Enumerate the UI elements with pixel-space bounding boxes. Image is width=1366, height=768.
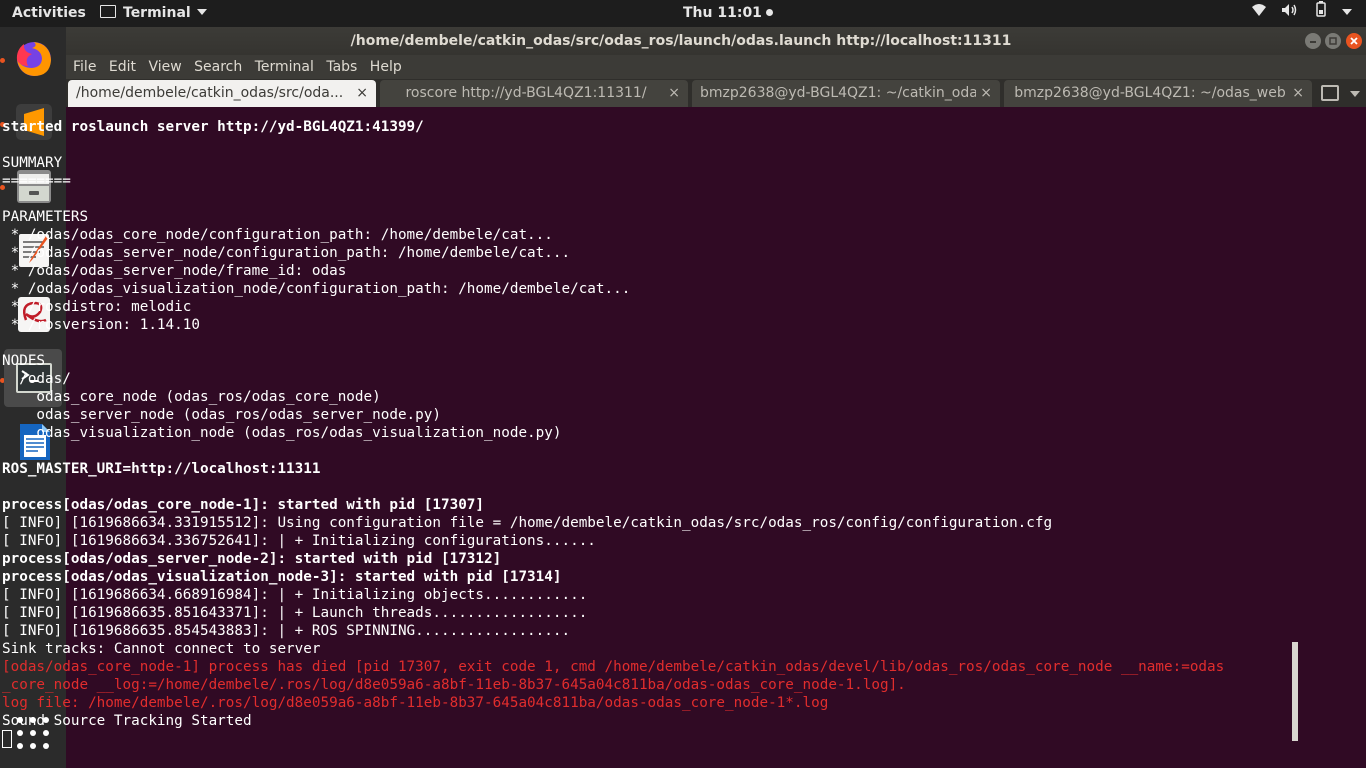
terminal-line: [odas/odas_core_node-1] process has died… [2,659,1225,675]
terminal-line: process[odas/odas_server_node-2]: starte… [2,551,502,567]
title-bar[interactable]: /home/dembele/catkin_odas/src/odas_ros/l… [66,27,1366,55]
terminal-line: odas_core_node (odas_ros/odas_core_node) [2,389,381,405]
terminal-line: odas_visualization_node (odas_ros/odas_v… [2,425,562,441]
terminal-line: process[odas/odas_visualization_node-3]:… [2,569,562,585]
tab-close-icon[interactable]: × [1292,80,1304,107]
volume-icon [1281,0,1299,27]
terminal-line: * /odas/odas_visualization_node/configur… [2,281,631,297]
terminal-line: [ INFO] [1619686634.668916984]: | + Init… [2,587,588,603]
system-tray[interactable] [1241,0,1352,27]
terminal-line: [ INFO] [1619686634.331915512]: Using co… [2,515,1053,531]
menu-tabs[interactable]: Tabs [326,55,357,79]
activities-button[interactable]: Activities [12,0,86,27]
menu-file[interactable]: File [73,55,96,79]
terminal-line: NODES [2,353,46,369]
terminal-icon [100,5,116,18]
terminal-line: * /rosversion: 1.14.10 [2,317,200,333]
notification-dot-icon [765,9,773,16]
terminal-line: started roslaunch server http://yd-BGL4Q… [2,119,424,135]
terminal-line: /odas/ [2,371,71,387]
terminal-line: ======== [2,173,71,189]
terminal-line: * /rosdistro: melodic [2,299,192,315]
minimize-button[interactable] [1305,33,1321,49]
maximize-icon [1329,37,1337,45]
wifi-icon [1251,0,1267,27]
new-tab-icon[interactable] [1321,85,1339,101]
chevron-down-icon[interactable] [1350,91,1360,97]
terminal-line: ROS_MASTER_URI=http://localhost:11311 [2,461,321,477]
maximize-button[interactable] [1325,33,1341,49]
top-bar: Activities Terminal Thu 11:01 [0,0,1366,27]
app-menu-label: Terminal [123,5,191,21]
menu-help[interactable]: Help [370,55,402,79]
terminal-line: SUMMARY [2,155,63,171]
clock[interactable]: Thu 11:01 [683,0,773,27]
terminal-line: log file: /home/dembele/.ros/log/d8e059a… [2,695,829,711]
dock-firefox[interactable] [4,29,62,87]
close-icon [1350,37,1358,45]
scrollbar[interactable] [1292,642,1298,741]
menu-search[interactable]: Search [194,55,242,79]
terminal-line: Sink tracks: Cannot connect to server [2,641,321,657]
text-cursor [2,730,12,748]
window-title: /home/dembele/catkin_odas/src/odas_ros/l… [350,33,1012,49]
terminal-line: odas_server_node (odas_ros/odas_server_n… [2,407,441,423]
firefox-icon [16,42,51,76]
menu-terminal[interactable]: Terminal [255,55,314,79]
battery-icon [1314,0,1328,27]
prompt-line[interactable] [2,730,1292,748]
terminal-line: Sound Source Tracking Started [2,713,252,729]
chevron-down-icon [1342,9,1352,15]
app-menu-terminal[interactable]: Terminal [100,0,207,27]
terminal-line: * /odas/odas_server_node/frame_id: odas [2,263,347,279]
terminal-line: [ INFO] [1619686635.854543883]: | + ROS … [2,623,571,639]
terminal-line: * /odas/odas_server_node/configuration_p… [2,245,571,261]
menu-view[interactable]: View [148,55,181,79]
terminal-line: process[odas/odas_core_node-1]: started … [2,497,485,513]
clock-label: Thu 11:01 [683,5,762,21]
terminal-line: [ INFO] [1619686634.336752641]: | + Init… [2,533,596,549]
terminal-output[interactable]: started roslaunch server http://yd-BGL4Q… [2,100,1292,748]
menu-edit[interactable]: Edit [109,55,136,79]
terminal-line: * /odas/odas_core_node/configuration_pat… [2,227,553,243]
chevron-down-icon [196,9,207,15]
terminal-line: _core_node __log:=/home/dembele/.ros/log… [2,677,906,693]
terminal-line: [ INFO] [1619686635.851643371]: | + Laun… [2,605,588,621]
close-button[interactable] [1346,33,1362,49]
minimize-icon [1310,41,1316,43]
terminal-line: PARAMETERS [2,209,89,225]
menu-bar: File Edit View Search Terminal Tabs Help [66,55,1366,79]
